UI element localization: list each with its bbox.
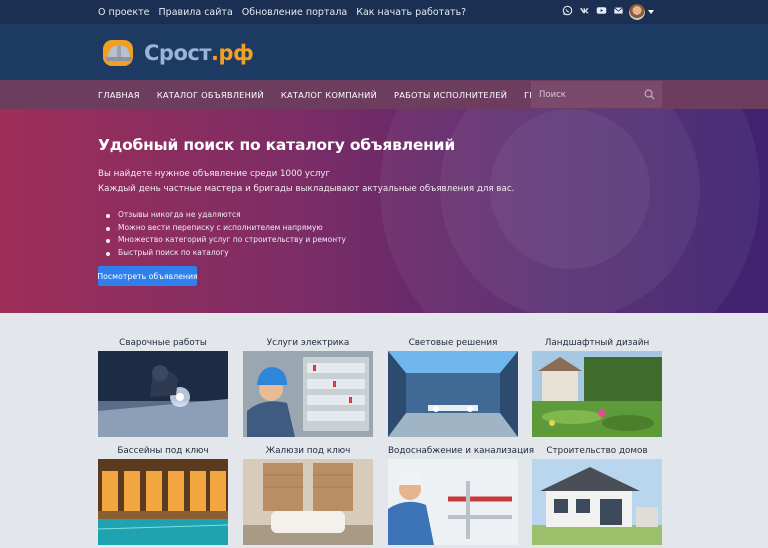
view-ads-button[interactable]: Посмотреть объявления (97, 266, 198, 286)
welding-image (98, 351, 228, 437)
search-input[interactable] (531, 81, 641, 108)
category-title: Услуги электрика (266, 338, 350, 348)
feature-item: Отзывы никогда не удаляются (106, 209, 346, 222)
user-avatar[interactable] (629, 4, 645, 20)
nav-item-ads-catalog[interactable]: КАТАЛОГ ОБЪЯВЛЕНИЙ (157, 90, 264, 100)
blinds-image (243, 459, 373, 545)
feature-item: Быстрый поиск по каталогу (106, 247, 346, 260)
chevron-down-icon[interactable] (648, 10, 654, 14)
vk-icon[interactable] (579, 5, 590, 16)
mail-icon[interactable] (613, 5, 624, 16)
category-title: Строительство домов (546, 446, 648, 456)
category-title: Жалюзи под ключ (265, 446, 351, 456)
top-link-rules[interactable]: Правила сайта (159, 7, 233, 18)
top-links: О проекте Правила сайта Обновление порта… (98, 0, 466, 24)
whatsapp-icon[interactable] (562, 5, 573, 16)
hero-text-line-1: Вы найдете нужное объявление среди 1000 … (98, 169, 331, 179)
search-box (531, 81, 662, 108)
logo-part-1: Срост (144, 41, 212, 65)
hero-title: Удобный поиск по каталогу объявлений (98, 136, 455, 154)
feature-item: Множество категорий услуг по строительст… (106, 234, 346, 247)
category-title: Бассейны под ключ (117, 446, 209, 456)
lighting-image (388, 351, 518, 437)
plumbing-image (388, 459, 518, 545)
house-image (532, 459, 662, 545)
nav-item-home[interactable]: ГЛАВНАЯ (98, 90, 140, 100)
top-link-about[interactable]: О проекте (98, 7, 150, 18)
hero-feature-list: Отзывы никогда не удаляются Можно вести … (106, 209, 346, 259)
top-link-getting-started[interactable]: Как начать работать? (356, 7, 466, 18)
social-links (562, 5, 624, 16)
site-header: Срост.рф (0, 24, 768, 80)
site-logo-text[interactable]: Срост.рф (144, 41, 254, 65)
nav-item-works[interactable]: РАБОТЫ ИСПОЛНИТЕЛЕЙ (394, 90, 507, 100)
hero-banner: Удобный поиск по каталогу объявлений Вы … (0, 109, 768, 313)
feature-item: Можно вести переписку с исполнителем нап… (106, 222, 346, 235)
category-title: Световые решения (408, 338, 498, 348)
logo-part-2: .рф (211, 41, 254, 65)
search-icon[interactable] (644, 89, 655, 100)
top-bar: О проекте Правила сайта Обновление порта… (0, 0, 768, 24)
youtube-icon[interactable] (596, 5, 607, 16)
nav-item-companies-catalog[interactable]: КАТАЛОГ КОМПАНИЙ (281, 90, 377, 100)
hard-hat-logo-icon[interactable] (101, 34, 137, 70)
hero-text-line-2: Каждый день частные мастера и бригады вы… (98, 184, 515, 194)
category-title: Сварочные работы (119, 338, 207, 348)
electrician-image (243, 351, 373, 437)
top-link-updates[interactable]: Обновление портала (242, 7, 347, 18)
category-title: Водоснабжение и канализация (388, 446, 535, 456)
category-title: Ландшафтный дизайн (544, 338, 650, 348)
pools-image (98, 459, 228, 545)
landscape-image (532, 351, 662, 437)
